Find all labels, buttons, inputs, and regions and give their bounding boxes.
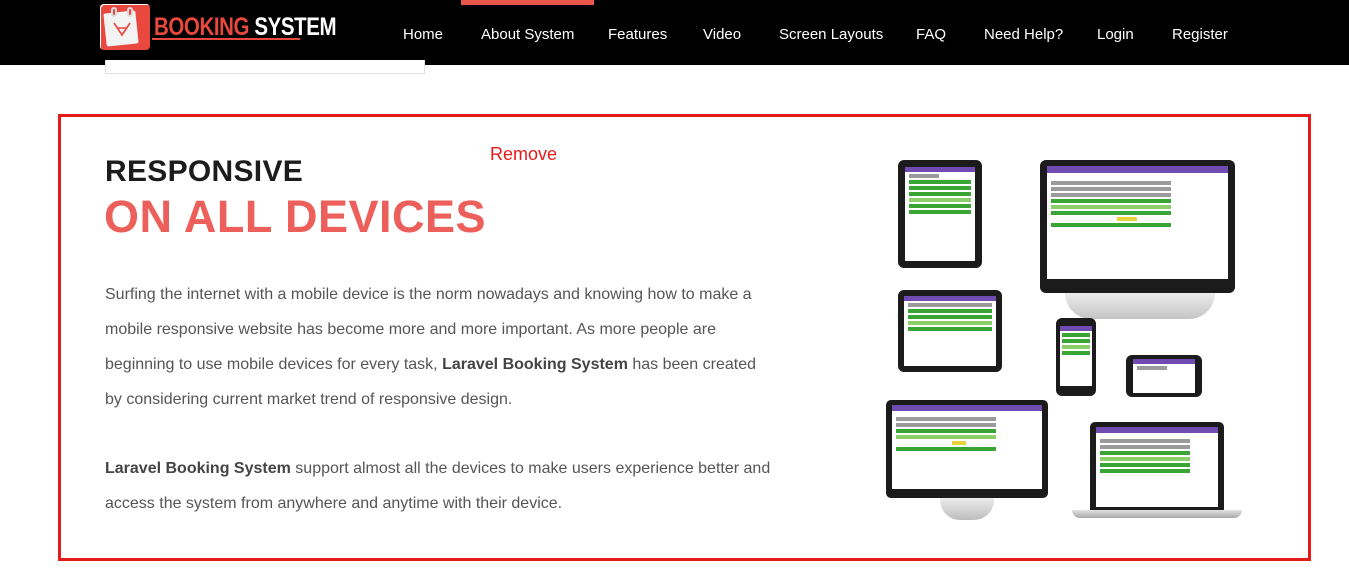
paragraph-mobile-intro: Surfing the internet with a mobile devic… xyxy=(105,277,775,417)
calendar-logo-icon xyxy=(100,4,150,50)
brand-name-accent: BOOKING xyxy=(154,12,250,41)
top-navbar: BOOKING SYSTEM Home About System Feature… xyxy=(0,0,1349,65)
monitor-stand xyxy=(1065,293,1215,319)
small-monitor-stand xyxy=(940,498,994,520)
nav-screen-layouts[interactable]: Screen Layouts xyxy=(779,0,883,65)
previous-card-edge xyxy=(105,60,425,74)
nav-about-system[interactable]: About System xyxy=(460,0,595,65)
desktop-monitor-image xyxy=(1040,160,1235,293)
brand-logo[interactable]: BOOKING SYSTEM xyxy=(100,4,376,50)
paragraph2-bold: Laravel Booking System xyxy=(105,460,291,477)
phone-portrait-image xyxy=(1056,318,1096,396)
tablet-landscape-image xyxy=(898,290,1002,372)
nav-login[interactable]: Login xyxy=(1097,0,1134,65)
devices-illustration xyxy=(880,150,1250,530)
small-monitor-image xyxy=(886,400,1048,498)
section-subtitle: ON ALL DEVICES xyxy=(104,191,487,242)
nav-features[interactable]: Features xyxy=(608,0,667,65)
section-title: RESPONSIVE xyxy=(105,155,304,188)
brand-name: BOOKING SYSTEM xyxy=(154,12,337,41)
laptop-image xyxy=(1090,422,1224,510)
paragraph1-bold: Laravel Booking System xyxy=(442,356,628,373)
remove-link[interactable]: Remove xyxy=(490,144,557,165)
logo-underline xyxy=(152,38,300,40)
laptop-base xyxy=(1072,510,1242,518)
tablet-device-image xyxy=(898,160,982,268)
paragraph-device-support: Laravel Booking System support almost al… xyxy=(105,451,775,521)
brand-name-main: SYSTEM xyxy=(249,12,337,41)
nav-register[interactable]: Register xyxy=(1172,0,1228,65)
nav-home[interactable]: Home xyxy=(403,0,443,65)
phone-landscape-image xyxy=(1126,355,1202,397)
nav-faq[interactable]: FAQ xyxy=(916,0,946,65)
nav-need-help[interactable]: Need Help? xyxy=(984,0,1063,65)
nav-video[interactable]: Video xyxy=(703,0,741,65)
